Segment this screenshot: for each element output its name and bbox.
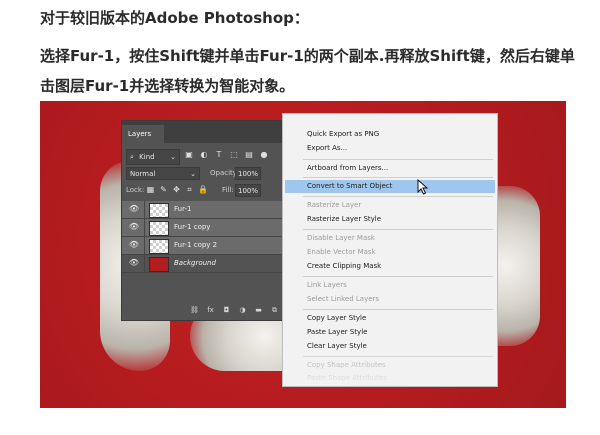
menu-separator xyxy=(303,309,493,310)
folder-icon[interactable]: ▬ xyxy=(254,306,263,315)
menu-item-paste-shape-attributes[interactable]: Paste Shape Attributes xyxy=(283,372,497,385)
pixel-filter-icon[interactable]: ▣ xyxy=(184,150,194,160)
type-filter-icon[interactable]: T xyxy=(214,150,224,160)
layer-name: Fur-1 copy 2 xyxy=(174,241,218,249)
menu-item-disable-layer-mask[interactable]: Disable Layer Mask xyxy=(283,232,497,245)
opacity-input[interactable]: 100% xyxy=(235,167,261,180)
photoshop-screenshot: Layers » ⌕ Kind ⌄ ▣◐T⬚▤● Normal ⌄ Opacit… xyxy=(40,101,566,408)
search-icon: ⌕ xyxy=(130,153,134,161)
menu-item-rasterize-layer-style[interactable]: Rasterize Layer Style xyxy=(283,213,497,226)
menu-item-artboard-from-layers[interactable]: Artboard from Layers... xyxy=(283,162,497,175)
divider xyxy=(144,237,145,255)
layer-thumbnail xyxy=(149,239,169,254)
tab-layers[interactable]: Layers xyxy=(122,125,164,143)
chevron-down-icon: ⌄ xyxy=(170,153,176,161)
layer-thumbnail xyxy=(149,203,169,218)
menu-item-convert-to-smart-object[interactable]: Convert to Smart Object xyxy=(285,180,495,193)
divider xyxy=(144,255,145,273)
filter-icons: ▣ ◐ T ⬚ ▤ ● xyxy=(184,150,274,160)
lock-icons: ▦ ✎ ✥ ⌗ 🔒 xyxy=(146,184,211,195)
eye-icon[interactable]: 👁 xyxy=(128,258,140,268)
fx-icon[interactable]: fx xyxy=(206,306,215,315)
shape-filter-icon[interactable]: ⬚ xyxy=(229,150,239,160)
instruction-line-3: 击图层Fur-1并选择转换为智能对象。 xyxy=(40,77,295,95)
mouse-cursor-icon xyxy=(417,179,429,195)
eye-icon[interactable]: 👁 xyxy=(128,222,140,232)
menu-item-rasterize-layer[interactable]: Rasterize Layer xyxy=(283,199,497,212)
lock-all-icon[interactable]: 🔒 xyxy=(198,184,208,195)
lock-label: Lock: xyxy=(126,186,145,194)
adjustment-filter-icon[interactable]: ◐ xyxy=(199,150,209,160)
lock-transparent-icon[interactable]: ▦ xyxy=(146,184,155,195)
menu-item-select-linked-layers[interactable]: Select Linked Layers xyxy=(283,293,497,306)
divider xyxy=(144,201,145,219)
blend-mode-value: Normal xyxy=(130,170,156,178)
divider xyxy=(144,219,145,237)
layer-thumbnail xyxy=(149,257,169,272)
menu-item-paste-layer-style[interactable]: Paste Layer Style xyxy=(283,326,497,339)
menu-item-create-clipping-mask[interactable]: Create Clipping Mask xyxy=(283,260,497,273)
filter-kind-select[interactable]: ⌕ Kind ⌄ xyxy=(126,149,180,165)
mask-icon[interactable]: ◘ xyxy=(222,306,231,315)
lock-image-icon[interactable]: ✎ xyxy=(159,184,168,195)
lock-position-icon[interactable]: ✥ xyxy=(172,184,181,195)
menu-item-copy-layer-style[interactable]: Copy Layer Style xyxy=(283,312,497,325)
layer-name: Fur-1 copy xyxy=(174,223,211,231)
filter-toggle-icon[interactable]: ● xyxy=(259,150,269,160)
new-layer-icon[interactable]: ⧉ xyxy=(270,306,279,315)
fill-label: Fill: xyxy=(222,186,234,194)
filter-kind-label: Kind xyxy=(139,153,155,161)
blend-mode-select[interactable]: Normal ⌄ xyxy=(126,167,200,180)
fill-input[interactable]: 100% xyxy=(235,184,261,197)
menu-separator xyxy=(303,196,493,197)
chevron-down-icon: ⌄ xyxy=(190,170,196,178)
menu-separator xyxy=(303,159,493,160)
menu-separator xyxy=(303,229,493,230)
layer-name: Background xyxy=(174,259,216,267)
menu-item-quick-export[interactable]: Quick Export as PNG xyxy=(283,128,497,141)
smart-object-filter-icon[interactable]: ▤ xyxy=(244,150,254,160)
menu-separator xyxy=(303,276,493,277)
adjustment-icon[interactable]: ◑ xyxy=(238,306,247,315)
instruction-line-2: 选择Fur-1，按住Shift键并单击Fur-1的两个副本.再释放Shift键，… xyxy=(40,47,575,65)
eye-icon[interactable]: 👁 xyxy=(128,204,140,214)
context-menu: Quick Export as PNG Export As... Artboar… xyxy=(282,113,498,387)
menu-item-link-layers[interactable]: Link Layers xyxy=(283,279,497,292)
menu-item-clear-layer-style[interactable]: Clear Layer Style xyxy=(283,340,497,353)
link-icon[interactable]: ⛓ xyxy=(190,306,199,315)
menu-item-copy-shape-attributes[interactable]: Copy Shape Attributes xyxy=(283,359,497,372)
menu-item-enable-vector-mask[interactable]: Enable Vector Mask xyxy=(283,246,497,259)
menu-item-export-as[interactable]: Export As... xyxy=(283,142,497,155)
lock-artboard-icon[interactable]: ⌗ xyxy=(185,184,194,195)
menu-separator xyxy=(303,177,493,178)
menu-separator xyxy=(303,356,493,357)
eye-icon[interactable]: 👁 xyxy=(128,240,140,250)
instruction-line-1: 对于较旧版本的Adobe Photoshop： xyxy=(40,9,309,27)
layer-thumbnail xyxy=(149,221,169,236)
layer-name: Fur-1 xyxy=(174,205,192,213)
